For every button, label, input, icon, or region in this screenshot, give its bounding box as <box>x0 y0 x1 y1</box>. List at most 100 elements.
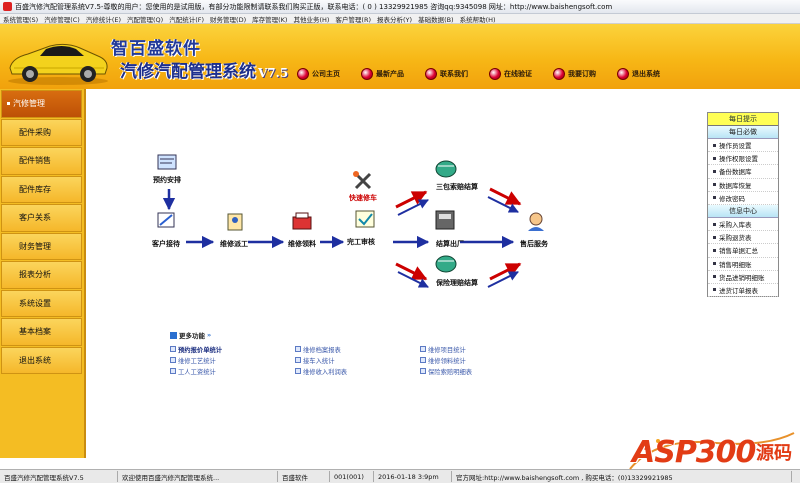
node-insurance[interactable]: 保险理赔结算 <box>436 278 478 288</box>
tips-section-title: 信息中心 <box>708 204 778 218</box>
sidebar-item[interactable]: 退出系统 <box>1 346 82 374</box>
report-icon <box>295 346 301 352</box>
nav-link[interactable]: 在线验证 <box>489 68 532 80</box>
menu-item[interactable]: 系统管理(S) <box>0 14 41 24</box>
status-cell: 2016-01-18 3:9pm <box>374 471 452 482</box>
more-functions-title: 更多功能 <box>179 332 205 340</box>
more-function-link[interactable]: 预约报价单统计 <box>170 344 295 354</box>
tips-link[interactable]: 备份数据库 <box>708 165 778 179</box>
exit-icon <box>617 68 629 80</box>
daily-tips-panel: 每日提示 每日必做 操作员设置 操作权限设置 备份数据库 数据库恢复 修改密码 信息中心 采购入… <box>707 112 779 298</box>
watermark-logo: ASP300 源码 <box>626 429 800 479</box>
menu-item[interactable]: 汽配管理(Q) <box>124 14 166 24</box>
status-cell: 百盛软件 <box>278 471 330 482</box>
arrow-threeguarantee-aftersales <box>489 187 522 206</box>
banner-nav: 公司主页 最新产品 联系我们 在线验证 我要订购 退出系统 <box>297 68 681 80</box>
more-function-link[interactable]: 工人工资统计 <box>170 366 295 376</box>
tips-link[interactable]: 采购退货表 <box>708 231 778 245</box>
nav-link-label: 公司主页 <box>312 70 340 78</box>
menu-item[interactable]: 其他业务(H) <box>290 14 332 24</box>
tips-link[interactable]: 操作员设置 <box>708 139 778 153</box>
report-icon <box>420 368 426 374</box>
more-function-link[interactable]: 接车入统计 <box>295 355 420 365</box>
sidebar-item[interactable]: 汽修管理 <box>1 90 82 118</box>
more-functions-header: 更多功能 » <box>170 330 490 340</box>
three-guarantee-icon <box>435 160 457 178</box>
tips-link[interactable]: 进货订单报表 <box>708 284 778 298</box>
node-appointment[interactable]: 预约安排 <box>153 175 181 185</box>
menu-item[interactable]: 客户管理(R) <box>332 14 374 24</box>
more-function-link[interactable]: 维修工艺统计 <box>170 355 295 365</box>
more-function-link[interactable]: 维修档案报表 <box>295 344 420 354</box>
sidebar-item[interactable]: 客户关系 <box>1 204 82 232</box>
nav-link[interactable]: 最新产品 <box>361 68 404 80</box>
daily-tips-header: 每日提示 <box>708 113 778 126</box>
tips-link[interactable]: 采购入库表 <box>708 218 778 232</box>
nav-link-label: 联系我们 <box>440 70 468 78</box>
tips-link[interactable]: 操作权限设置 <box>708 152 778 166</box>
arrow-insurance-aftersales-2 <box>487 271 519 288</box>
order-icon <box>553 68 565 80</box>
menu-item[interactable]: 基础数据(B) <box>415 14 457 24</box>
more-function-label: 工人工资统计 <box>178 368 216 376</box>
brand-name: 智百盛软件 <box>111 39 201 59</box>
menu-item[interactable]: 报表分析(Y) <box>374 14 415 24</box>
sidebar-item[interactable]: 基本档案 <box>1 318 82 346</box>
home-icon <box>297 68 309 80</box>
more-function-label: 维修领料统计 <box>428 357 466 365</box>
node-inspection[interactable]: 维修派工 <box>220 239 248 249</box>
tips-link[interactable]: 数据库恢复 <box>708 179 778 192</box>
nav-link[interactable]: 联系我们 <box>425 68 468 80</box>
product-title: 汽修汽配管理系统 <box>120 62 256 82</box>
node-reception[interactable]: 客户接待 <box>152 239 180 249</box>
tips-link[interactable]: 修改密码 <box>708 192 778 205</box>
settlement-icon <box>435 210 455 230</box>
node-quick-repair[interactable]: 快速修车 <box>349 193 377 203</box>
nav-link-label: 最新产品 <box>376 70 404 78</box>
node-three-guarantee[interactable]: 三包索赔结算 <box>436 182 478 192</box>
sidebar-item[interactable]: 配件采购 <box>1 118 82 146</box>
contact-icon <box>425 68 437 80</box>
menu-item[interactable]: 汽修统计(E) <box>83 14 124 24</box>
nav-link[interactable]: 我要订购 <box>553 68 596 80</box>
product-name: 汽修汽配管理系统 V7.5 <box>120 57 288 82</box>
node-material[interactable]: 维修领料 <box>288 239 316 249</box>
main-workflow-area: 预约安排 客户接待 维修派工 维修领料 完工审核 快速修车 三包索赔结算 结算出… <box>88 89 700 458</box>
menu-item[interactable]: 库存管理(K) <box>249 14 290 24</box>
sidebar-item[interactable]: 系统设置 <box>1 289 82 317</box>
more-function-link[interactable]: 维修领料统计 <box>420 355 530 365</box>
material-icon <box>292 212 312 230</box>
tips-link[interactable]: 销售明细账 <box>708 258 778 271</box>
arrow-completion-insurance-2 <box>397 271 429 288</box>
more-function-link[interactable]: 保险索赔明细表 <box>420 366 530 376</box>
menu-item[interactable]: 财务管理(D) <box>207 14 249 24</box>
sidebar-item[interactable]: 配件库存 <box>1 175 82 203</box>
tips-link[interactable]: 货品进销明细账 <box>708 271 778 284</box>
more-function-label: 接车入统计 <box>303 357 335 365</box>
nav-link-label: 退出系统 <box>632 70 660 78</box>
sidebar-item[interactable]: 财务管理 <box>1 232 82 260</box>
nav-link-label: 我要订购 <box>568 70 596 78</box>
more-functions-icon <box>170 331 177 339</box>
inspection-icon <box>227 213 243 231</box>
menu-item[interactable]: 系统帮助(H) <box>457 14 499 24</box>
sidebar-item[interactable]: 配件销售 <box>1 147 82 175</box>
banner: 智百盛软件 汽修汽配管理系统 V7.5 公司主页 最新产品 联系我们 在线验证 我要订购 退… <box>0 24 800 89</box>
node-after-sales[interactable]: 售后服务 <box>520 239 548 249</box>
sidebar-item[interactable]: 报表分析 <box>1 261 82 289</box>
nav-link-label: 在线验证 <box>504 70 532 78</box>
node-settlement[interactable]: 结算出厂 <box>436 239 464 249</box>
menu-item[interactable]: 汽配统计(F) <box>166 14 207 24</box>
report-icon <box>420 346 426 352</box>
tips-link[interactable]: 销售单据汇总 <box>708 244 778 258</box>
nav-link[interactable]: 退出系统 <box>617 68 660 80</box>
more-function-link[interactable]: 维修项目统计 <box>420 344 530 354</box>
more-function-label: 维修工艺统计 <box>178 357 216 365</box>
node-completion[interactable]: 完工审核 <box>347 237 375 247</box>
nav-link[interactable]: 公司主页 <box>297 68 340 80</box>
tips-section-title: 每日必做 <box>708 126 778 139</box>
watermark-suffix: 源码 <box>756 443 792 464</box>
more-function-link[interactable]: 维修收入利润表 <box>295 366 420 376</box>
workflow-diagram <box>157 154 544 288</box>
menu-item[interactable]: 汽修管理(C) <box>41 14 83 24</box>
